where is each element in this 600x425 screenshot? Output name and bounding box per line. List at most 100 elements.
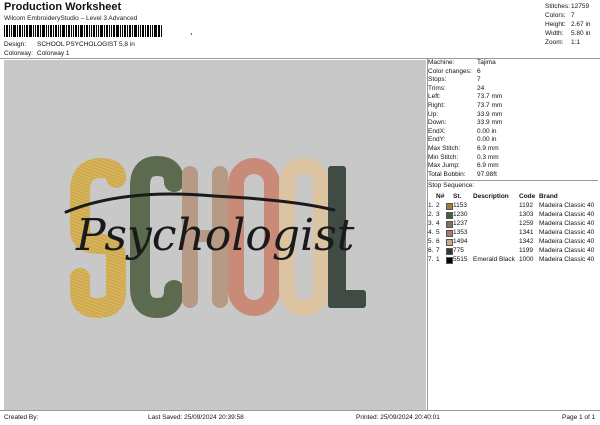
barcode-bar xyxy=(33,25,34,37)
stat-stitches: Stitches: 12759 xyxy=(545,3,590,10)
script-word: Psychologist xyxy=(64,192,355,261)
stop-row: 2. 3 1230 1303 Madeira Classic 40 xyxy=(428,210,595,219)
barcode-bar xyxy=(58,25,59,37)
design-preview: Psychologist xyxy=(4,60,426,410)
property-row: Color changes: 6 xyxy=(428,67,481,75)
stop-row: 6. 7 775 1199 Madeira Classic 40 xyxy=(428,246,595,255)
barcode-bar xyxy=(62,25,65,37)
stop-row: 7. 1 5515 Emerald Black 1000 Madeira Classic … xyxy=(428,255,595,264)
stat-width: Width: 5.80 in xyxy=(545,30,591,37)
stat-height: Height: 2.67 in xyxy=(545,21,591,28)
barcode-suffix: , xyxy=(190,26,193,36)
barcode-bar xyxy=(40,25,41,37)
barcode-bar xyxy=(100,25,103,37)
stat-colors: Colors: 7 xyxy=(545,12,575,19)
barcode-bar xyxy=(134,25,137,37)
barcode-bar xyxy=(161,25,162,37)
property-row: Max Stitch: 6.9 mm xyxy=(428,144,499,152)
barcode-bar xyxy=(116,25,119,37)
barcode-bar xyxy=(84,25,85,37)
barcode-bar xyxy=(60,25,61,37)
color-swatch xyxy=(446,229,453,237)
barcode-bar xyxy=(37,25,39,37)
barcode-bar xyxy=(91,25,92,37)
barcode-bar xyxy=(78,25,79,37)
colorway-label: Colorway: xyxy=(4,50,33,57)
barcode-bar xyxy=(120,25,121,37)
barcode-bar xyxy=(106,25,108,37)
barcode-bar xyxy=(113,25,115,37)
barcode-bar xyxy=(68,25,70,37)
color-swatch xyxy=(446,211,453,219)
barcode-bar xyxy=(50,25,52,37)
barcode-bar xyxy=(4,25,5,37)
software-subtitle: Wilcom EmbroideryStudio – Level 3 Advanc… xyxy=(4,15,138,22)
barcode-bar xyxy=(142,25,144,37)
embroidery-design: Psychologist xyxy=(64,155,366,319)
barcode-bar xyxy=(89,25,90,37)
stop-row: 4. 5 1353 1341 Madeira Classic 40 xyxy=(428,228,595,237)
barcode-bar xyxy=(55,25,57,37)
barcode-bar xyxy=(122,25,123,37)
barcode-bar xyxy=(26,25,28,37)
barcode-bar xyxy=(124,25,126,37)
stop-row: 3. 4 1237 1259 Madeira Classic 40 xyxy=(428,219,595,228)
barcode-bar xyxy=(24,25,25,37)
barcode-bar xyxy=(109,25,110,37)
stat-zoom: Zoom: 1:1 xyxy=(545,39,581,46)
design-label: Design: xyxy=(4,41,27,48)
barcode-bar xyxy=(29,25,32,37)
colorway-value: Colorway 1 xyxy=(37,50,70,57)
barcode-bar xyxy=(127,25,128,37)
created-by: Created By: xyxy=(4,414,39,421)
stop-row: 5. 6 1494 1342 Madeira Classic 40 xyxy=(428,237,595,246)
script-text: Psychologist xyxy=(75,210,355,261)
color-swatch xyxy=(446,220,453,228)
barcode-bar xyxy=(93,25,95,37)
summary-stats: Stitches: 12759 Colors: 7 Height: 2.67 in W… xyxy=(545,2,600,47)
property-row: Machine: Tajima xyxy=(428,59,496,66)
property-row: Min Stitch: 0.3 mm xyxy=(428,153,499,161)
barcode-bar xyxy=(73,25,74,37)
design-value: SCHOOL PSYCHOLOGIST 5,8 in xyxy=(37,41,135,48)
barcode-bar xyxy=(111,25,112,37)
barcode-bar xyxy=(11,25,12,37)
stop-sequence-header: N# St. Description Code Brand xyxy=(436,192,558,200)
barcode-bar xyxy=(13,25,16,37)
barcode-bar xyxy=(42,25,45,37)
printed-date: Printed: 25/09/2024 20:40:01 xyxy=(356,414,440,421)
color-swatch xyxy=(446,256,453,264)
page-number: Page 1 of 1 xyxy=(562,414,596,421)
property-row: Trims: 24 xyxy=(428,84,485,92)
barcode-bar xyxy=(104,25,105,37)
barcode-bar xyxy=(19,25,21,37)
property-row: EndX: 0.00 in xyxy=(428,127,497,135)
barcode-bar xyxy=(132,25,133,37)
barcode-bar xyxy=(46,25,47,37)
property-row: Stops: 7 xyxy=(428,76,481,84)
property-row: Left: 73.7 mm xyxy=(428,93,503,101)
property-row: Up: 33.9 mm xyxy=(428,110,503,118)
barcode xyxy=(4,25,194,37)
barcode-bar xyxy=(98,25,99,37)
last-saved: Last Saved: 25/09/2024 20:39:58 xyxy=(148,414,244,421)
barcode-bar xyxy=(138,25,139,37)
page-title: Production Worksheet xyxy=(4,1,122,13)
barcode-bar xyxy=(71,25,72,37)
barcode-bar xyxy=(53,25,54,37)
color-swatch xyxy=(446,202,453,210)
stop-row: 1. 2 1153 1192 Madeira Classic 40 xyxy=(428,201,595,210)
barcode-bar xyxy=(96,25,97,37)
stop-sequence-title: Stop Sequence: xyxy=(428,182,475,190)
barcode-bar xyxy=(86,25,88,37)
barcode-bar xyxy=(147,25,149,37)
barcode-bar xyxy=(6,25,8,37)
page-footer: Created By: Last Saved: 25/09/2024 20:39… xyxy=(0,410,600,425)
property-row: Down: 33.9 mm xyxy=(428,119,503,127)
properties-panel: Machine: Tajima Color changes: 6 Stops: 7 Trim… xyxy=(428,59,598,264)
property-row: Right: 73.7 mm xyxy=(428,101,503,109)
barcode-bar xyxy=(35,25,36,37)
property-row: Total Bobbin: 97.98ft xyxy=(428,170,497,178)
barcode-bar xyxy=(140,25,141,37)
property-row: Max Jump: 6.9 mm xyxy=(428,162,499,170)
